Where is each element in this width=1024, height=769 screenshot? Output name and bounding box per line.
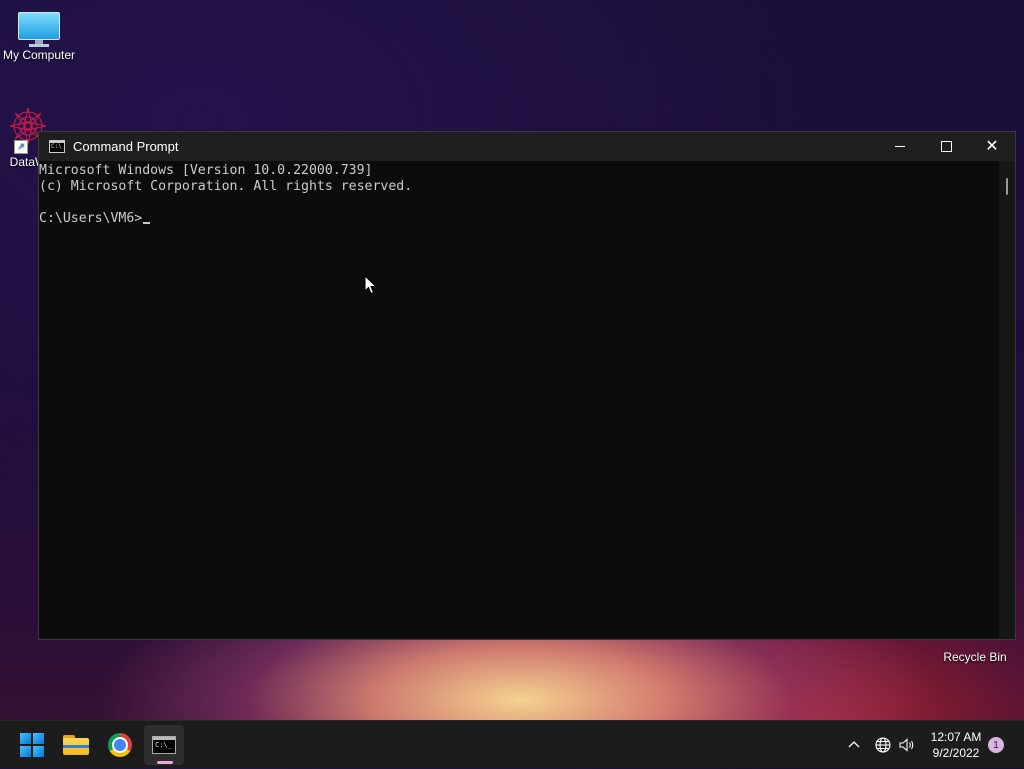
taskbar-file-explorer[interactable]: [56, 725, 96, 765]
desktop-icon-label: Recycle Bin: [943, 650, 1007, 664]
notification-badge[interactable]: 1: [988, 737, 1004, 753]
vertical-scrollbar[interactable]: [999, 161, 1015, 639]
network-button[interactable]: [874, 721, 892, 769]
active-app-indicator: [157, 761, 173, 764]
shortcut-arrow-icon: ↗: [14, 140, 28, 154]
close-button[interactable]: ✕: [969, 132, 1015, 161]
window-title: Command Prompt: [73, 139, 179, 154]
start-button[interactable]: [12, 725, 52, 765]
cmd-icon: C:\: [49, 140, 65, 153]
close-icon: ✕: [985, 137, 999, 155]
computer-icon: [18, 12, 60, 47]
desktop-icon-recycle-bin[interactable]: Recycle Bin: [938, 646, 1012, 664]
volume-button[interactable]: [898, 721, 916, 769]
taskbar-chrome[interactable]: [100, 725, 140, 765]
console-prompt-line: C:\Users\VM6>: [39, 211, 999, 227]
maximize-icon: [940, 141, 952, 152]
window-titlebar[interactable]: C:\ Command Prompt ✕: [39, 132, 1015, 161]
desktop-icon-label: My Computer: [2, 48, 76, 62]
speaker-icon: [899, 738, 914, 752]
mouse-pointer-icon: [364, 275, 378, 295]
console-output[interactable]: Microsoft Windows [Version 10.0.22000.73…: [39, 161, 999, 639]
taskbar-command-prompt[interactable]: C:\_: [144, 725, 184, 765]
minimize-icon: [895, 146, 905, 147]
folder-icon: [63, 735, 89, 755]
command-prompt-window[interactable]: C:\ Command Prompt ✕ Microsoft Windows […: [38, 131, 1016, 640]
clock-time: 12:07 AM: [930, 730, 982, 744]
clock-date: 9/2/2022: [932, 746, 980, 760]
text-cursor: [143, 222, 151, 224]
maximize-button[interactable]: [923, 132, 969, 161]
scrollbar-thumb[interactable]: [1006, 178, 1008, 195]
console-prompt: C:\Users\VM6>: [39, 211, 143, 226]
chevron-up-icon: [848, 741, 860, 748]
notification-count: 1: [993, 739, 999, 751]
cmd-icon: C:\_: [152, 736, 176, 754]
console-line: Microsoft Windows [Version 10.0.22000.73…: [39, 163, 373, 178]
show-hidden-icons-button[interactable]: [846, 721, 862, 769]
minimize-button[interactable]: [877, 132, 923, 161]
chrome-icon: [108, 733, 132, 757]
taskbar: C:\_ 12:07 AM 9/2/2022 1: [0, 720, 1024, 768]
console-line: (c) Microsoft Corporation. All rights re…: [39, 179, 413, 194]
clock[interactable]: 12:07 AM 9/2/2022: [922, 721, 990, 769]
windows-logo-icon: [20, 733, 44, 757]
globe-icon: [875, 737, 891, 753]
desktop-icon-my-computer[interactable]: My Computer: [0, 8, 78, 62]
